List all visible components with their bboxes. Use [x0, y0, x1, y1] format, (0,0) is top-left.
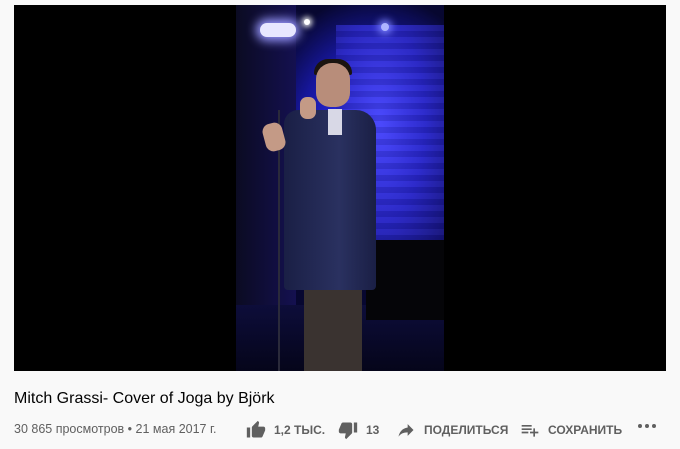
- video-info: 30 865 просмотров • 21 мая 2017 г.: [14, 422, 216, 436]
- video-player[interactable]: [14, 5, 666, 371]
- share-button[interactable]: ПОДЕЛИТЬСЯ: [396, 418, 508, 442]
- like-button[interactable]: 1,2 ТЫС.: [246, 418, 325, 442]
- dislike-button[interactable]: 13: [338, 418, 379, 442]
- dislike-count: 13: [366, 423, 380, 437]
- stage-light: [260, 23, 296, 37]
- stage-light: [304, 19, 310, 25]
- performer: [284, 110, 376, 290]
- video-title: Mitch Grassi- Cover of Joga by Björk: [14, 390, 275, 407]
- info-separator: •: [127, 422, 133, 436]
- playlist-add-icon: [521, 425, 539, 437]
- more-horizontal-icon: [638, 424, 642, 428]
- stage-light: [381, 23, 389, 31]
- upload-date: 21 мая 2017 г.: [135, 422, 217, 436]
- thumbs-up-icon: [246, 420, 266, 438]
- like-count: 1,2 ТЫС.: [274, 423, 326, 437]
- save-label: СОХРАНИТЬ: [548, 423, 623, 437]
- video-frame: [236, 5, 444, 371]
- share-label: ПОДЕЛИТЬСЯ: [424, 423, 509, 437]
- thumbs-down-icon: [338, 422, 358, 440]
- view-count: 30 865 просмотров: [14, 422, 125, 436]
- more-actions-button[interactable]: [638, 424, 656, 428]
- share-arrow-icon: [398, 424, 414, 437]
- save-button[interactable]: СОХРАНИТЬ: [520, 418, 622, 442]
